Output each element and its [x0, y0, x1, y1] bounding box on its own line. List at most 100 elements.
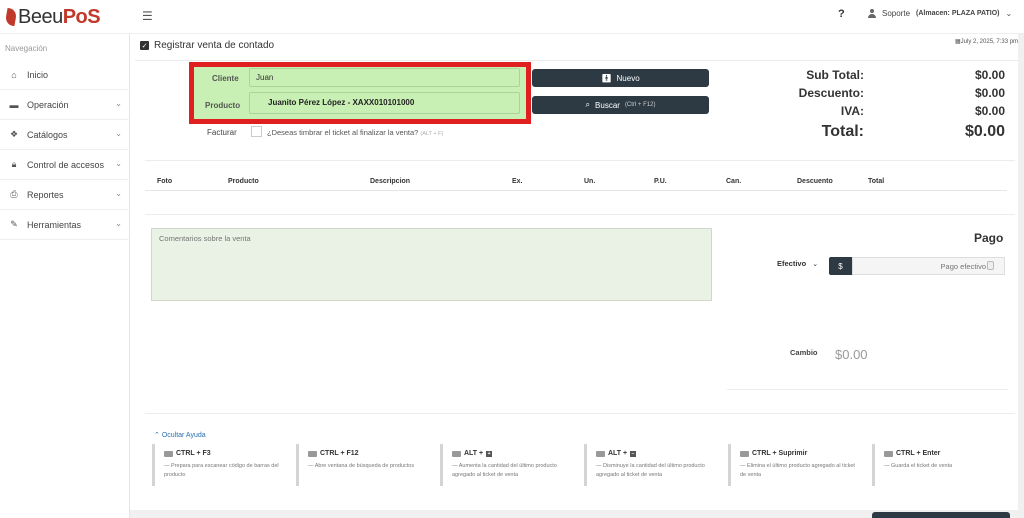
help-key: ALT + — [608, 450, 628, 457]
minus-square-icon: − — [630, 450, 637, 457]
divider — [135, 60, 1018, 61]
keyboard-icon — [884, 450, 893, 457]
help-shortcut: CTRL + Suprimir — Elimina el último prod… — [728, 444, 858, 486]
sidebar-item-label: Herramientas — [27, 219, 82, 230]
keyboard-icon — [740, 450, 749, 457]
top-bar: BeeuPoS ☰ ? Soporte (Almacen: PLAZA PATI… — [0, 0, 1024, 34]
sidebar: Navegación ⌂ Inicio ▬ Operación ⌄ ❖ Catá… — [0, 34, 130, 518]
buscar-button[interactable]: ⌕ Buscar (Ctrl + F12) — [532, 96, 709, 114]
plus-square-icon: + — [486, 450, 493, 457]
column-header: Descripcion — [370, 178, 411, 185]
person-icon: 🚹︎ — [601, 73, 612, 83]
subtotal-value: $0.00 — [974, 68, 1005, 82]
divider — [145, 190, 1007, 191]
sidebar-item-herramientas[interactable]: ✎ Herramientas ⌄ — [0, 210, 130, 240]
column-header: Can. — [726, 178, 742, 185]
sidebar-item-reportes[interactable]: ⎙ Reportes ⌄ — [0, 180, 130, 210]
help-button[interactable]: ? — [838, 8, 845, 20]
search-icon: ⌕ — [585, 100, 591, 109]
cliente-input[interactable] — [249, 68, 520, 87]
column-header: Ex. — [512, 178, 523, 185]
sidebar-title: Navegación — [5, 44, 48, 53]
page-header: ✓ Registrar venta de contado — [140, 40, 274, 51]
descuento-label: Descuento: — [798, 86, 864, 100]
comments-textarea[interactable] — [151, 228, 712, 301]
chevron-down-icon: ⌄ — [1005, 9, 1013, 18]
producto-label: Producto — [205, 101, 241, 110]
logo-mark — [4, 8, 18, 26]
sidebar-item-inicio[interactable]: ⌂ Inicio — [0, 60, 130, 90]
help-shortcut: CTRL + F3 — Prepara para escanear código… — [152, 444, 282, 486]
number-spinner[interactable] — [987, 261, 994, 270]
cambio-label: Cambio — [790, 348, 818, 357]
wrench-icon: ✎ — [10, 219, 18, 229]
help-key: CTRL + F3 — [176, 450, 211, 457]
sidebar-item-operacion[interactable]: ▬ Operación ⌄ — [0, 90, 130, 120]
facturar-shortcut: (ALT + F) — [420, 131, 444, 137]
facturar-checkbox[interactable] — [251, 126, 262, 137]
chevron-down-icon: ⌄ — [115, 99, 122, 108]
column-header: Foto — [157, 178, 173, 185]
help-shortcut: ALT + − — Disminuye la cantidad del últim… — [584, 444, 714, 486]
home-icon: ⌂ — [11, 69, 17, 80]
footer-action-button[interactable] — [872, 512, 1010, 518]
app-logo[interactable]: BeeuPoS — [4, 5, 101, 28]
user-icon — [868, 9, 876, 18]
keyboard-icon — [596, 450, 605, 457]
iva-label: IVA: — [840, 104, 864, 118]
help-desc: — Abre ventana de búsqueda de productos — [308, 463, 415, 469]
print-icon: ⎙ — [10, 189, 18, 199]
keyboard-icon — [452, 450, 461, 457]
chevron-down-icon: ⌄ — [115, 129, 122, 138]
buscar-shortcut: (Ctrl + F12) — [624, 102, 656, 108]
logo-text-accent: PoS — [62, 5, 101, 28]
check-square-icon: ✓ — [140, 41, 149, 50]
nuevo-button-label: Nuevo — [616, 73, 640, 83]
date-text: July 2, 2025, 7:33 pm — [960, 39, 1019, 45]
lock-icon: 🔒︎ — [11, 159, 17, 169]
column-header: Un. — [584, 178, 596, 185]
chevron-down-icon: ⌄ — [115, 159, 122, 168]
buscar-button-label: Buscar — [595, 100, 620, 110]
sidebar-item-label: Reportes — [27, 189, 64, 200]
products-table-header: Foto Producto Descripcion Ex. Un. P.U. C… — [145, 178, 1007, 190]
chevron-down-icon: ⌄ — [115, 219, 122, 228]
help-key: CTRL + Enter — [896, 450, 941, 457]
column-header: Producto — [228, 178, 259, 185]
user-name: Soporte — [882, 9, 911, 18]
iva-value: $0.00 — [974, 104, 1005, 118]
facturar-label: Facturar — [207, 128, 237, 137]
scroll-gutter — [1018, 34, 1024, 518]
sidebar-item-control-accesos[interactable]: 🔒︎ Control de accesos ⌄ — [0, 150, 130, 180]
sidebar-item-catalogos[interactable]: ❖ Catálogos ⌄ — [0, 120, 130, 150]
pago-efectivo-input[interactable] — [852, 257, 1005, 275]
sidebar-item-label: Control de accesos — [27, 159, 105, 170]
help-key: CTRL + F12 — [320, 450, 359, 457]
menu-toggle-icon[interactable]: ☰ — [142, 9, 153, 23]
sidebar-item-label: Operación — [27, 99, 69, 110]
payment-method-select[interactable]: Efectivo ⌄ — [777, 259, 818, 268]
column-header: Total — [868, 178, 885, 185]
client-suggestion-text[interactable]: Juanito Pérez López - XAXX010101000 — [268, 98, 414, 107]
help-desc: — Guarda el ticket de venta — [884, 463, 953, 469]
user-menu[interactable]: Soporte (Almacen: PLAZA PATIO) ⌄ — [868, 9, 1012, 18]
hide-help-link[interactable]: ⌃ Ocultar Ayuda — [154, 431, 206, 439]
briefcase-icon: ▬ — [9, 99, 19, 110]
help-desc: — Aumenta la cantidad del último product… — [452, 463, 557, 478]
chevron-down-icon: ⌄ — [812, 261, 819, 268]
nuevo-button[interactable]: 🚹︎ Nuevo — [532, 69, 709, 87]
help-key: ALT + — [464, 450, 484, 457]
subtotal-label: Sub Total: — [806, 68, 864, 82]
cubes-icon: ❖ — [9, 129, 19, 139]
sidebar-item-label: Catálogos — [27, 129, 68, 140]
cliente-label: Cliente — [212, 74, 239, 83]
page-title: Registrar venta de contado — [154, 40, 275, 51]
help-key: CTRL + Suprimir — [752, 450, 808, 457]
total-value: $0.00 — [964, 123, 1005, 140]
divider — [727, 389, 1008, 390]
keyboard-icon — [308, 450, 317, 457]
logo-text: Beeu — [18, 5, 63, 28]
hide-help-label: Ocultar Ayuda — [161, 432, 206, 439]
divider — [145, 160, 1015, 161]
cambio-value: $0.00 — [835, 347, 868, 362]
